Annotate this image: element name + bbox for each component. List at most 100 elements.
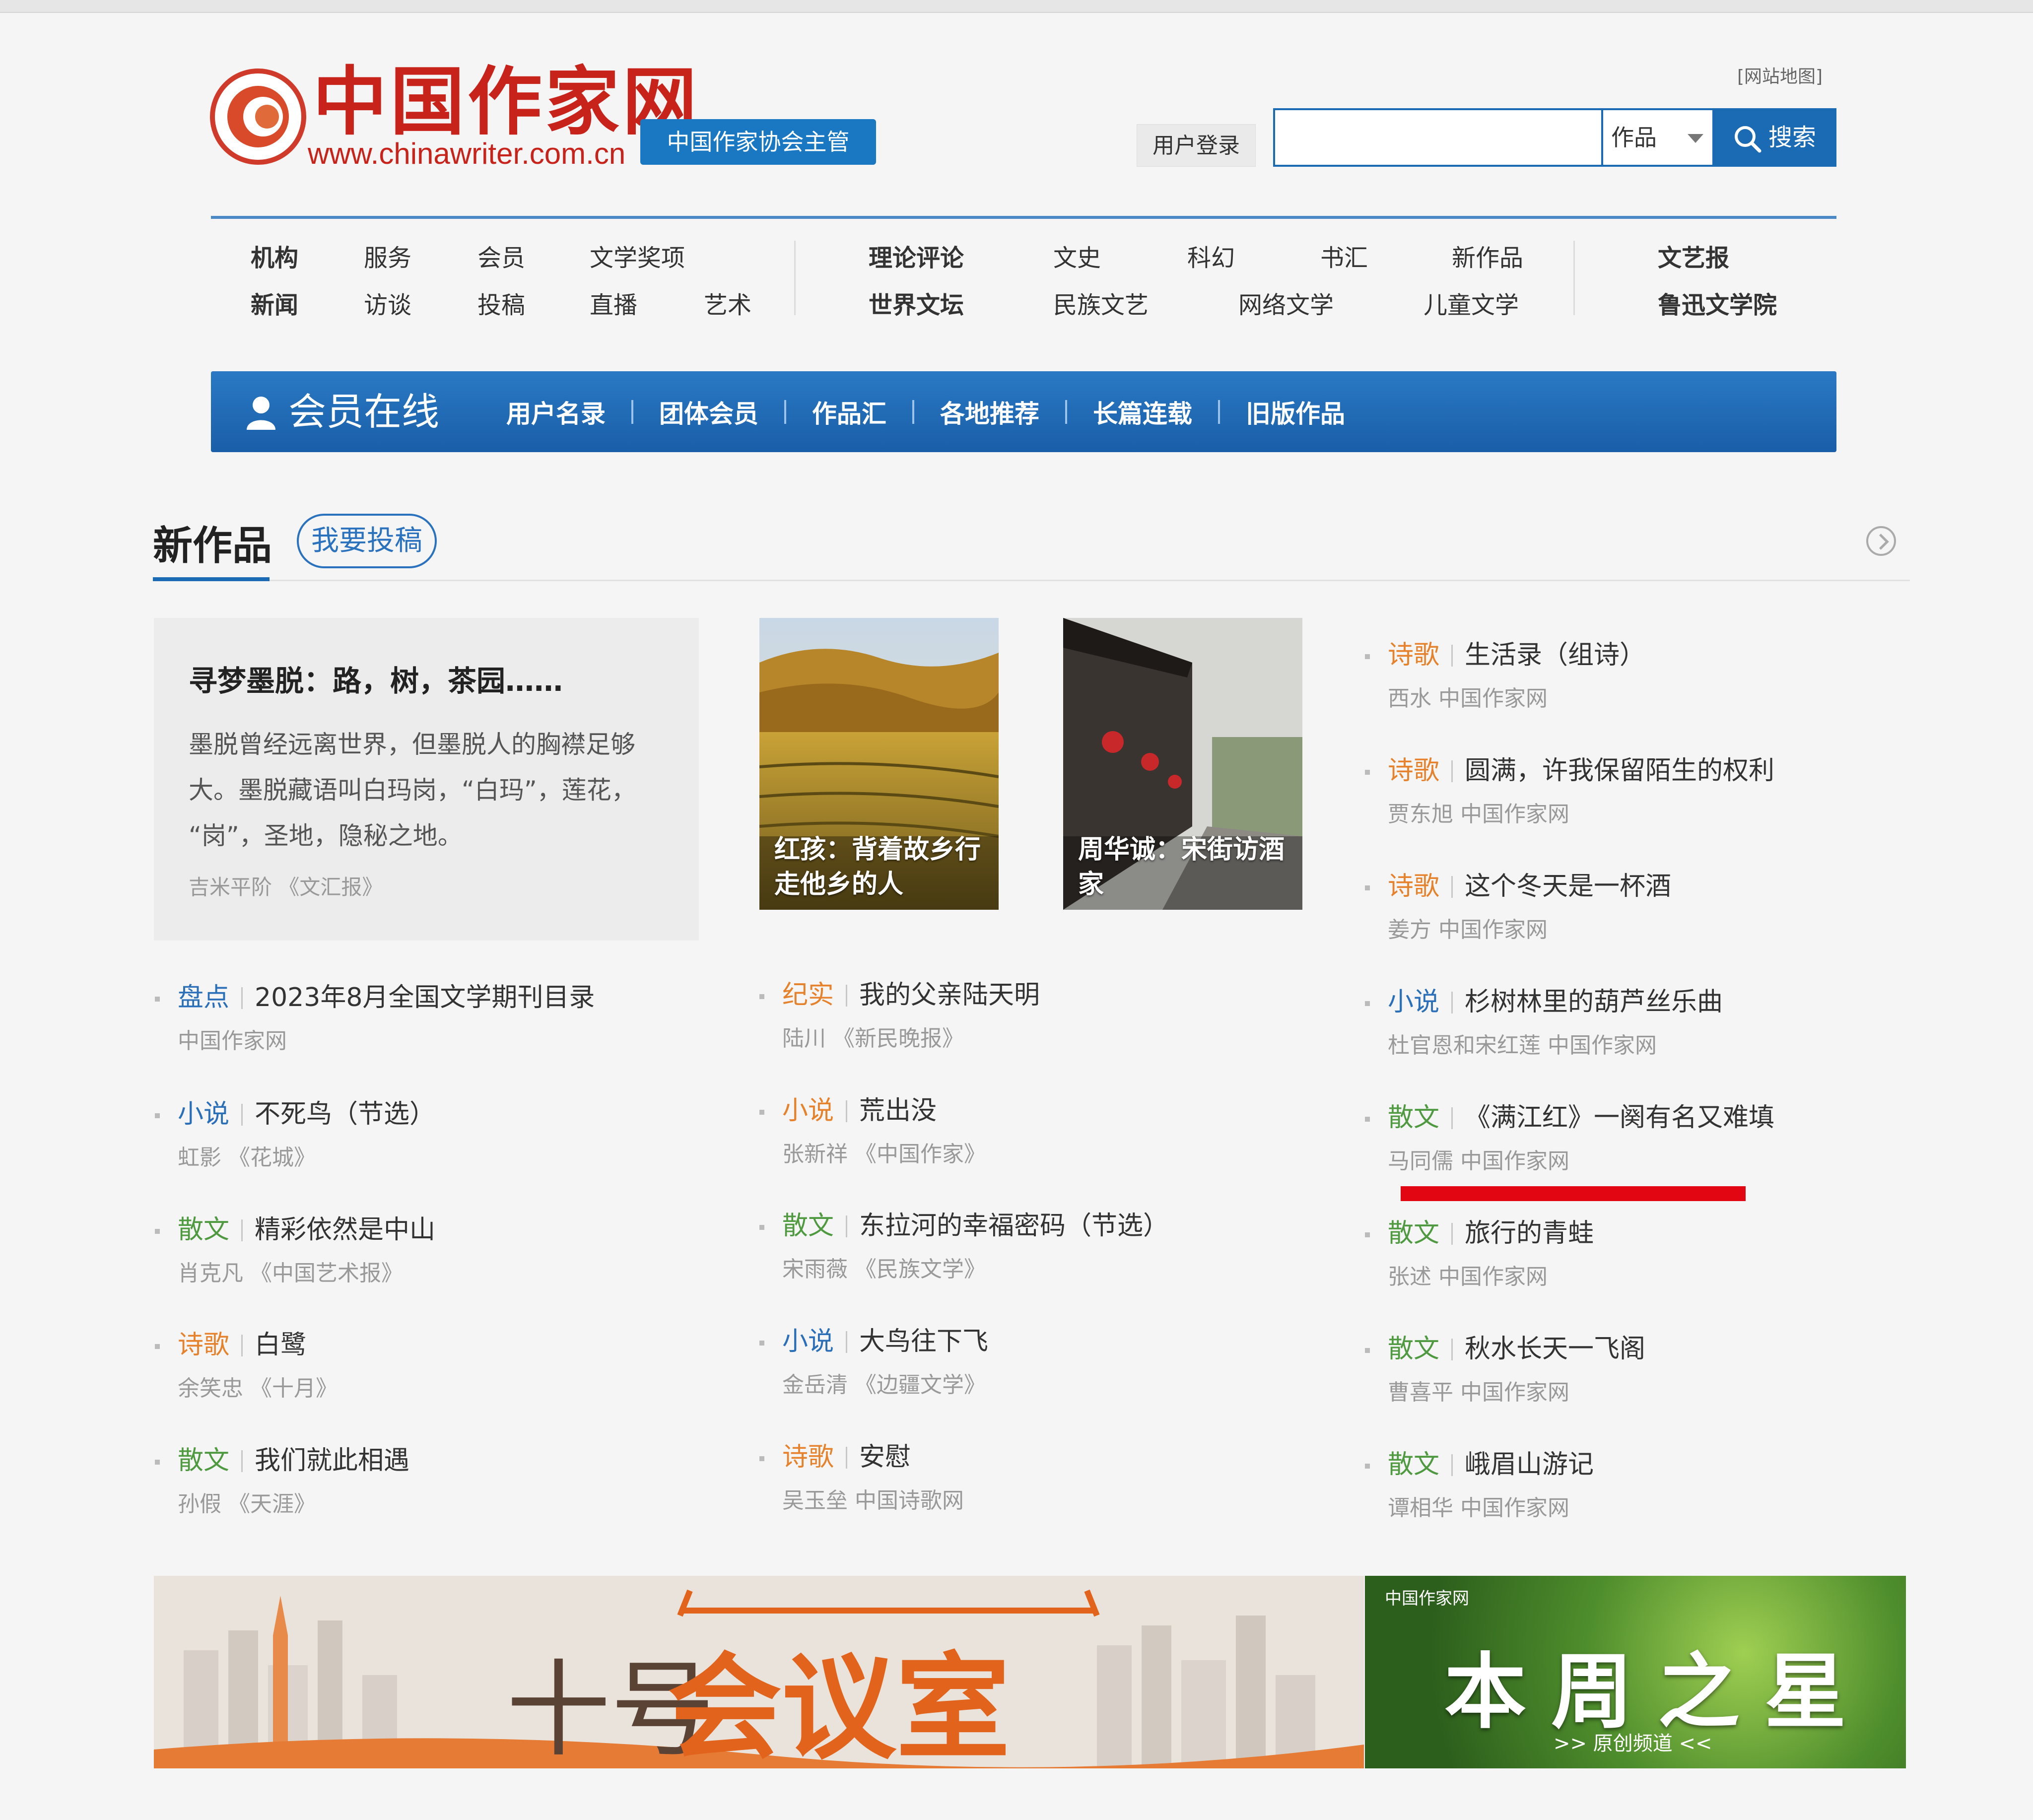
list-item[interactable]: 散文 我们就此相遇 孙假 《天涯》 [155, 1441, 409, 1522]
bullet [759, 994, 764, 999]
nav-xinwen[interactable]: 新闻 [251, 285, 298, 320]
article-title[interactable]: 荒出没 [859, 1096, 937, 1126]
category-label[interactable]: 小说 [178, 1099, 229, 1129]
nav-ertong-wenxue[interactable]: 儿童文学 [1423, 285, 1519, 320]
nav-zhibo[interactable]: 直播 [590, 285, 637, 320]
article-title[interactable]: 《满江红》一阕有名又难填 [1465, 1103, 1774, 1133]
nav-jigou[interactable]: 机构 [251, 238, 298, 273]
member-link-gedi-tuijian[interactable]: 各地推荐 [940, 394, 1039, 430]
article-title[interactable]: 旅行的青蛙 [1465, 1218, 1594, 1248]
nav-tougao[interactable]: 投稿 [477, 285, 525, 320]
article-title[interactable]: 东拉河的幸福密码（节选） [859, 1211, 1169, 1241]
category-label[interactable]: 小说 [782, 1327, 834, 1356]
category-label[interactable]: 诗歌 [1388, 756, 1439, 786]
member-link-changpian-lianzai[interactable]: 长篇连载 [1093, 394, 1192, 430]
site-logo[interactable]: 中国作家网 www.chinawriter.com.cn [208, 57, 697, 176]
nav-minzu-wenyi[interactable]: 民族文艺 [1053, 285, 1149, 320]
search-category-select[interactable]: 作品 [1603, 108, 1712, 167]
search-button[interactable]: 搜索 [1712, 108, 1836, 167]
list-item[interactable]: 散文 精彩依然是中山 肖克凡 《中国艺术报》 [155, 1210, 435, 1291]
star-of-the-week-banner[interactable]: 中国作家网 本周之星 >> 原创频道 << [1365, 1576, 1906, 1768]
member-link-tuanti-huiyuan[interactable]: 团体会员 [659, 394, 758, 430]
category-label[interactable]: 诗歌 [178, 1330, 229, 1360]
article-title[interactable]: 圆满，许我保留陌生的权利 [1465, 756, 1774, 786]
category-label[interactable]: 散文 [178, 1446, 229, 1476]
category-label[interactable]: 散文 [782, 1211, 834, 1241]
featured-article-title[interactable]: 寻梦墨脱：路，树，茶园…… [189, 658, 664, 699]
category-label[interactable]: 纪实 [782, 980, 834, 1010]
category-label[interactable]: 小说 [1388, 987, 1439, 1017]
list-item[interactable]: 小说 杉树林里的葫芦丝乐曲 杜官恩和宋红莲 中国作家网 [1365, 982, 1723, 1064]
article-title[interactable]: 峨眉山游记 [1465, 1450, 1594, 1480]
member-link-jiuban-zuopin[interactable]: 旧版作品 [1246, 394, 1345, 430]
article-title[interactable]: 2023年8月全国文学期刊目录 [255, 983, 595, 1012]
article-title[interactable]: 秋水长天一飞阁 [1465, 1334, 1645, 1364]
nav-wenxue-jiangxiang[interactable]: 文学奖项 [590, 238, 685, 273]
nav-wangluo-wenxue[interactable]: 网络文学 [1238, 285, 1334, 320]
submit-work-button[interactable]: 我要投稿 [297, 514, 437, 568]
list-item[interactable]: 散文 东拉河的幸福密码（节选） 宋雨薇 《民族文学》 [759, 1206, 1169, 1287]
list-item[interactable]: 盘点 2023年8月全国文学期刊目录 中国作家网 [155, 978, 595, 1059]
article-title[interactable]: 杉树林里的葫芦丝乐曲 [1465, 987, 1723, 1017]
article-title[interactable]: 白鹭 [255, 1330, 306, 1360]
nav-kehuan[interactable]: 科幻 [1187, 238, 1235, 273]
divider [241, 1219, 243, 1241]
photo-card-hong-hai[interactable]: 红孩：背着故乡行 走他乡的人 [759, 618, 999, 910]
category-label[interactable]: 散文 [1388, 1218, 1439, 1248]
article-title[interactable]: 这个冬天是一杯酒 [1465, 872, 1671, 901]
sitemap-link[interactable]: [网站地图] [1737, 62, 1823, 88]
category-label[interactable]: 小说 [782, 1096, 834, 1126]
nav-wenyibao[interactable]: 文艺报 [1658, 238, 1729, 273]
category-label[interactable]: 散文 [1388, 1103, 1439, 1133]
list-item[interactable]: 小说 大鸟往下飞 金岳清 《边疆文学》 [759, 1322, 988, 1403]
category-label[interactable]: 散文 [1388, 1334, 1439, 1364]
article-title[interactable]: 我们就此相遇 [255, 1446, 409, 1476]
user-login-button[interactable]: 用户登录 [1137, 124, 1256, 167]
chevron-right-circle-icon[interactable] [1866, 526, 1896, 556]
category-label[interactable]: 诗歌 [782, 1442, 834, 1472]
article-title[interactable]: 大鸟往下飞 [859, 1327, 988, 1356]
member-online-title[interactable]: 会员在线 [246, 371, 439, 452]
category-label[interactable]: 诗歌 [1388, 640, 1439, 670]
list-item[interactable]: 小说 不死鸟（节选） 虹影 《花城》 [155, 1094, 435, 1176]
photo-caption: 周华诚：宋街访酒 家 [1078, 832, 1292, 902]
nav-shijie-wentan[interactable]: 世界文坛 [869, 285, 964, 320]
nav-huiyuan[interactable]: 会员 [477, 238, 525, 273]
list-item[interactable]: 散文 《满江红》一阕有名又难填 马同儒 中国作家网 [1365, 1098, 1774, 1179]
category-label[interactable]: 诗歌 [1388, 872, 1439, 901]
category-label[interactable]: 盘点 [178, 983, 229, 1012]
list-item[interactable]: 诗歌 生活录（组诗） 西水 中国作家网 [1365, 635, 1645, 717]
search-input[interactable] [1273, 108, 1603, 167]
nav-shuhui[interactable]: 书汇 [1320, 238, 1368, 273]
nav-wenshi[interactable]: 文史 [1053, 238, 1101, 273]
nav-fuwu[interactable]: 服务 [364, 238, 411, 273]
member-link-yonghu-minglu[interactable]: 用户名录 [506, 394, 606, 430]
photo-card-zhou-huacheng[interactable]: 周华诚：宋街访酒 家 [1063, 618, 1302, 910]
list-item[interactable]: 诗歌 白鹭 余笑忠 《十月》 [155, 1325, 338, 1407]
meeting-room-banner[interactable]: 十号 会议室 [154, 1576, 1364, 1768]
list-item[interactable]: 散文 峨眉山游记 谭相华 中国作家网 [1365, 1445, 1594, 1526]
featured-article-card[interactable]: 寻梦墨脱：路，树，茶园…… 墨脱曾经远离世界，但墨脱人的胸襟足够 大。墨脱藏语叫… [154, 618, 699, 941]
divider [846, 1215, 848, 1237]
article-title[interactable]: 我的父亲陆天明 [859, 980, 1040, 1010]
nav-fangtan[interactable]: 访谈 [364, 285, 411, 320]
article-title[interactable]: 不死鸟（节选） [255, 1099, 435, 1129]
nav-lilun-pinglun[interactable]: 理论评论 [869, 238, 964, 273]
article-title[interactable]: 生活录（组诗） [1465, 640, 1645, 670]
list-item[interactable]: 散文 旅行的青蛙 张述 中国作家网 [1365, 1213, 1594, 1295]
category-label[interactable]: 散文 [178, 1215, 229, 1245]
logo-url-text: www.chinawriter.com.cn [308, 137, 626, 170]
nav-xin-zuopin[interactable]: 新作品 [1452, 238, 1523, 273]
nav-luxun-wenxueyuan[interactable]: 鲁迅文学院 [1658, 285, 1777, 320]
list-item[interactable]: 诗歌 圆满，许我保留陌生的权利 贾东旭 中国作家网 [1365, 751, 1774, 832]
list-item[interactable]: 诗歌 这个冬天是一杯酒 姜方 中国作家网 [1365, 867, 1671, 948]
member-link-zuopinhui[interactable]: 作品汇 [812, 394, 886, 430]
article-title[interactable]: 精彩依然是中山 [255, 1215, 435, 1245]
list-item[interactable]: 诗歌 安慰 吴玉垒 中国诗歌网 [759, 1437, 964, 1519]
list-item[interactable]: 散文 秋水长天一飞阁 曹喜平 中国作家网 [1365, 1329, 1645, 1411]
nav-yishu[interactable]: 艺术 [704, 285, 751, 320]
article-title[interactable]: 安慰 [859, 1442, 911, 1472]
category-label[interactable]: 散文 [1388, 1450, 1439, 1480]
list-item[interactable]: 小说 荒出没 张新祥 《中国作家》 [759, 1091, 986, 1172]
list-item[interactable]: 纪实 我的父亲陆天明 陆川 《新民晚报》 [759, 975, 1040, 1057]
